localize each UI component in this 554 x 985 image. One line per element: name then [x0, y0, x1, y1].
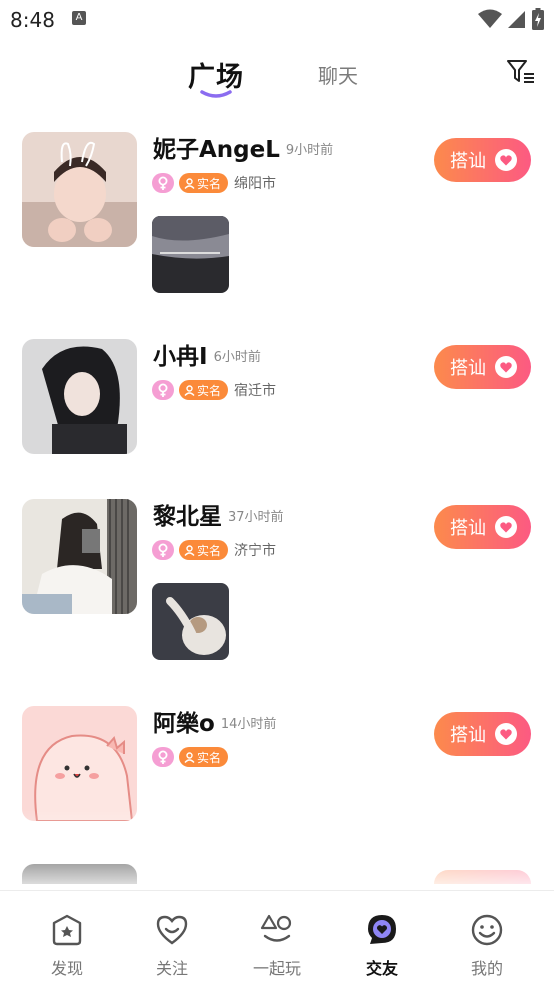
- feed-fade: [0, 810, 554, 890]
- user-card[interactable]: 妮子AngeL 9小时前 实名 绵阳市 搭讪: [0, 110, 554, 317]
- verified-badge: 实名: [179, 173, 229, 193]
- heart-icon: [495, 149, 517, 171]
- avatar[interactable]: [22, 339, 137, 454]
- user-feed: 妮子AngeL 9小时前 实名 绵阳市 搭讪 小冉I 6小时前 实名 宿迁市 搭…: [0, 110, 554, 890]
- nav-label: 关注: [155, 959, 188, 978]
- avatar[interactable]: [22, 706, 137, 821]
- person-icon: [184, 544, 195, 556]
- tab-chat[interactable]: 聊天: [318, 60, 358, 89]
- post-time: 37小时前: [228, 510, 284, 525]
- top-header: 广场 聊天: [0, 40, 554, 110]
- user-city: 宿迁市: [234, 383, 277, 399]
- battery-icon: [532, 8, 544, 30]
- friends-icon: [368, 915, 396, 944]
- status-time: 8:48: [10, 8, 55, 32]
- play-together-icon: [260, 914, 292, 942]
- flirt-button[interactable]: 搭讪: [434, 345, 531, 389]
- female-icon: [152, 380, 174, 400]
- post-time: 9小时前: [285, 143, 334, 158]
- nav-discover[interactable]: 发现: [27, 913, 107, 979]
- user-city: 绵阳市: [234, 176, 277, 192]
- flirt-button[interactable]: 搭讪: [434, 138, 531, 182]
- post-time: 6小时前: [213, 350, 261, 365]
- heart-icon: [495, 356, 517, 378]
- nav-label: 一起玩: [252, 959, 301, 978]
- user-name[interactable]: 阿樂o 14小时前: [153, 704, 276, 738]
- user-tags: 实名 济宁市: [152, 540, 276, 560]
- profile-icon: [471, 914, 503, 946]
- avatar[interactable]: [22, 499, 137, 614]
- user-card[interactable]: 黎北星 37小时前 实名 济宁市 搭讪: [0, 477, 554, 684]
- nav-friends[interactable]: 交友: [342, 913, 422, 979]
- user-card[interactable]: 小冉I 6小时前 实名 宿迁市 搭讪: [0, 317, 554, 477]
- nav-follow[interactable]: 关注: [132, 913, 212, 979]
- user-tags: 实名 宿迁市: [152, 380, 276, 400]
- verified-badge: 实名: [179, 540, 229, 560]
- flirt-button[interactable]: 搭讪: [434, 712, 531, 756]
- nav-label: 我的: [470, 959, 503, 978]
- user-tags: 实名 绵阳市: [152, 173, 276, 193]
- female-icon: [152, 173, 174, 193]
- person-icon: [184, 751, 195, 763]
- user-city: 济宁市: [234, 543, 277, 559]
- nav-label: 交友: [365, 959, 398, 978]
- nav-play-together[interactable]: 一起玩: [237, 913, 317, 979]
- post-thumbnail[interactable]: [152, 583, 229, 660]
- follow-icon: [156, 915, 188, 945]
- user-name[interactable]: 妮子AngeL 9小时前: [153, 130, 333, 164]
- tab-active-indicator: [200, 90, 232, 98]
- verified-badge: 实名: [179, 747, 229, 767]
- notification-icon: A: [72, 11, 86, 25]
- wifi-icon: [478, 9, 502, 28]
- user-name[interactable]: 黎北星 37小时前: [153, 497, 284, 531]
- flirt-button[interactable]: 搭讪: [434, 505, 531, 549]
- nav-profile[interactable]: 我的: [447, 913, 527, 979]
- avatar[interactable]: [22, 132, 137, 247]
- female-icon: [152, 540, 174, 560]
- discover-icon: [52, 914, 82, 946]
- verified-badge: 实名: [179, 380, 229, 400]
- filter-icon[interactable]: [505, 56, 537, 88]
- user-tags: 实名: [152, 747, 229, 767]
- heart-icon: [495, 723, 517, 745]
- nav-label: 发现: [50, 959, 83, 978]
- bottom-nav: 发现 关注 一起玩 交友 我的: [0, 890, 554, 985]
- person-icon: [184, 384, 195, 396]
- post-thumbnail[interactable]: [152, 216, 229, 293]
- status-bar: 8:48 A: [0, 0, 554, 40]
- female-icon: [152, 747, 174, 767]
- status-icons: [478, 8, 544, 30]
- user-name[interactable]: 小冉I 6小时前: [153, 337, 261, 371]
- heart-icon: [495, 516, 517, 538]
- person-icon: [184, 177, 195, 189]
- post-time: 14小时前: [220, 717, 277, 732]
- signal-icon: [508, 11, 525, 28]
